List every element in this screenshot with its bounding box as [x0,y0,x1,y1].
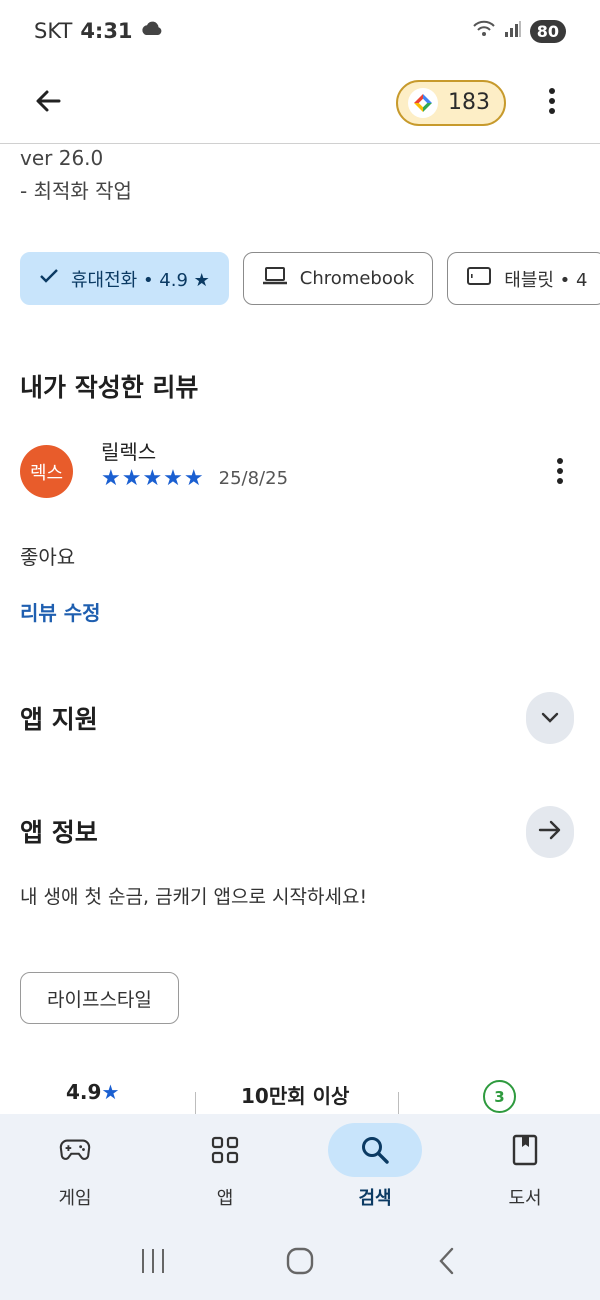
nav-label: 도서 [508,1188,542,1209]
age-rating-badge: 3 [483,1080,516,1113]
nav-search[interactable]: 검색 [300,1114,450,1226]
back-nav-button[interactable] [432,1246,462,1280]
rating-star: ★ [101,1080,120,1104]
arrow-right-icon [538,819,562,845]
rating-value: 4.9 [66,1080,102,1104]
update-note: - 최적화 작업 [20,179,132,203]
chip-chromebook[interactable]: Chromebook [242,252,434,305]
status-right: 80 [472,19,566,43]
app-info-title[interactable]: 앱 정보 [20,813,98,849]
book-icon [509,1134,541,1166]
my-review-title: 내가 작성한 리뷰 [20,373,199,402]
apps-grid-icon [209,1134,241,1166]
nav-label: 앱 [216,1188,234,1209]
nav-books[interactable]: 도서 [450,1114,600,1226]
battery-indicator: 80 [529,19,566,43]
review-more-button[interactable] [536,447,584,499]
device-filter-chips: 휴대전화 • 4.9 ★ Chromebook 태블릿 • 4 [20,252,600,305]
chip-tablet[interactable]: 태블릿 • 4 [447,252,600,305]
more-vert-icon [548,87,556,119]
more-options-button[interactable] [528,79,576,127]
bottom-navigation: 게임 앱 검색 도서 [0,1114,600,1226]
play-points-icon [408,87,438,118]
category-chip[interactable]: 라이프스타일 [20,972,179,1024]
chip-label: 태블릿 • 4 [504,269,588,291]
play-points-button[interactable]: 183 [396,79,506,126]
gamepad-icon [59,1134,91,1166]
stat-divider [195,1092,196,1114]
reviewer-name: 릴렉스 [101,440,157,464]
review-date: 25/8/25 [218,468,289,489]
arrow-left-icon [33,86,63,120]
search-icon [359,1134,391,1166]
app-bar-actions: 183 [396,79,576,127]
review-text: 좋아요 [20,545,76,569]
chevron-down-icon [541,709,559,728]
whats-new: ver 26.0 - 최적화 작업 [20,142,132,208]
status-left: SKT 4:31 [34,19,163,43]
carrier-label: SKT [34,19,73,43]
nav-apps[interactable]: 앱 [150,1114,300,1226]
downloads-stat: 10만회 이상 [241,1084,350,1108]
more-vert-icon [536,458,584,499]
expand-support-button[interactable] [526,692,574,744]
chip-label: 휴대전화 • 4.9 ★ [71,269,210,291]
app-info-button[interactable] [526,806,574,858]
system-navigation-bar [0,1226,600,1300]
avatar: 렉스 [20,445,73,498]
app-description: 내 생애 첫 순금, 금캐기 앱으로 시작하세요! [20,886,368,908]
laptop-icon [262,266,288,291]
rating-stat: 4.9★ [66,1080,119,1104]
nav-games[interactable]: 게임 [0,1114,150,1226]
cloud-notification-icon [141,19,163,43]
tablet-icon [466,266,492,291]
chip-label: Chromebook [299,268,415,289]
recent-apps-button[interactable] [138,1246,168,1280]
clock: 4:31 [80,19,133,43]
home-button[interactable] [285,1246,315,1280]
review-meta: ★★★★★ 25/8/25 [101,466,288,491]
app-bar: 183 [0,62,600,144]
wifi-icon [472,20,496,42]
nav-label: 게임 [58,1188,92,1209]
check-icon [39,268,59,289]
edit-review-link[interactable]: 리뷰 수정 [20,597,101,626]
star-rating: ★★★★★ [101,466,205,491]
chip-phone[interactable]: 휴대전화 • 4.9 ★ [20,252,229,305]
back-button[interactable] [24,79,72,127]
signal-icon [504,21,522,41]
version-text: ver 26.0 [20,146,104,170]
stat-divider [398,1092,399,1114]
nav-label: 검색 [358,1188,392,1209]
app-support-title[interactable]: 앱 지원 [20,700,98,736]
points-count: 183 [448,90,490,115]
status-bar: SKT 4:31 80 [0,0,600,62]
